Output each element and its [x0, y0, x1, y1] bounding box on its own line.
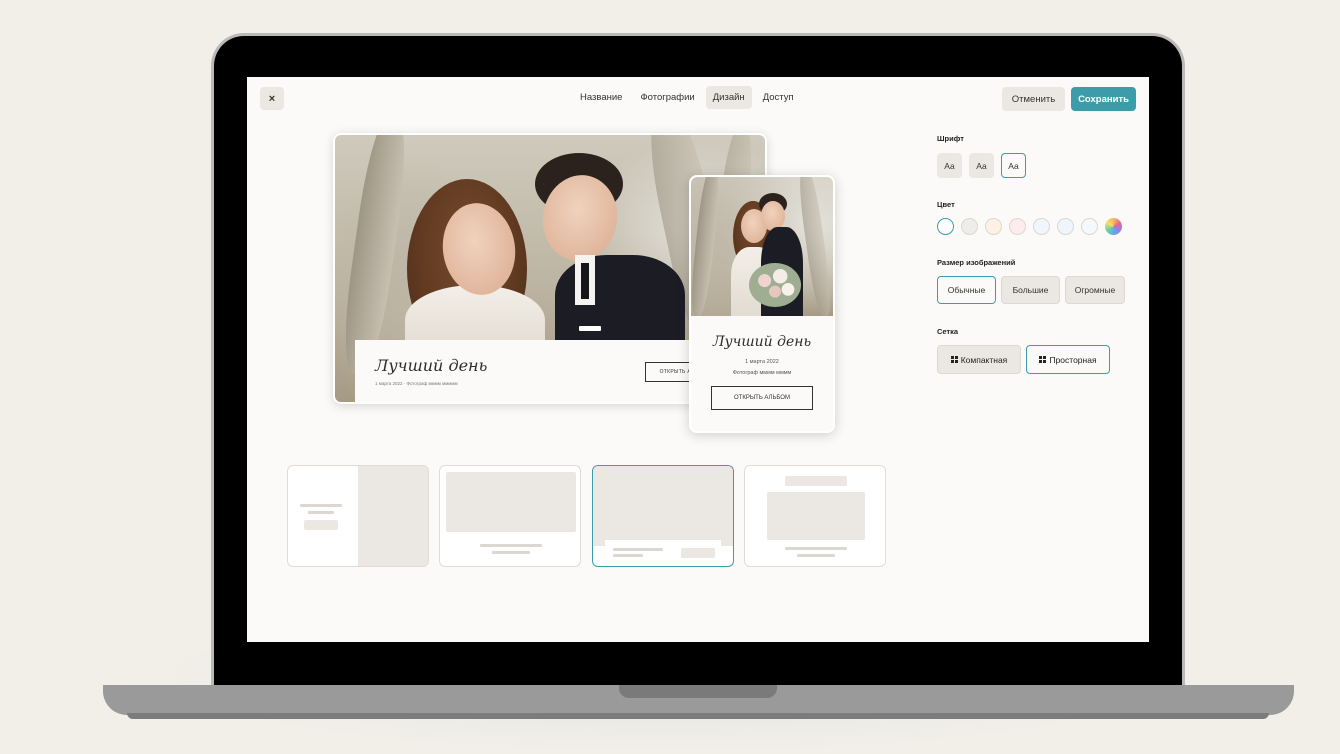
layout-option-split[interactable] [287, 465, 429, 567]
grid-label: Сетка [937, 327, 959, 336]
color-label: Цвет [937, 200, 955, 209]
layout-option-centered[interactable] [744, 465, 886, 567]
tab-access[interactable]: Доступ [756, 86, 801, 109]
album-title: Лучший день [375, 356, 488, 375]
mobile-album-title: Лучший день [712, 334, 812, 350]
mobile-album-date: 1 марта 2022 [745, 359, 779, 365]
color-swatch-pink[interactable] [1009, 218, 1026, 235]
close-icon: × [268, 92, 276, 105]
layout-option-image-top[interactable] [439, 465, 581, 567]
mobile-preview: Лучший день 1 марта 2022 Фотограф мммм м… [689, 175, 835, 433]
album-subtitle: 1 марта 2022 · Фотограф мммм ммммм [375, 381, 458, 386]
mobile-open-album-button[interactable]: ОТКРЫТЬ АЛЬБОМ [711, 386, 813, 410]
grid-option-spacious[interactable]: Просторная [1026, 345, 1110, 374]
close-button[interactable]: × [260, 87, 284, 110]
grid-option-compact[interactable]: Компактная [937, 345, 1021, 374]
size-option-huge[interactable]: Огромные [1065, 276, 1125, 304]
mobile-wedding-photo [691, 177, 833, 316]
tab-name[interactable]: Название [573, 86, 629, 109]
size-option-normal[interactable]: Обычные [937, 276, 996, 304]
color-swatch-sky[interactable] [1081, 218, 1098, 235]
font-option-1[interactable]: Aa [937, 153, 962, 178]
tab-bar: Название Фотографии Дизайн Доступ [573, 86, 801, 109]
grid-spacious-icon [1039, 356, 1047, 363]
size-option-large[interactable]: Большие [1001, 276, 1060, 304]
layout-option-overlay[interactable] [592, 465, 734, 567]
color-swatch-white[interactable] [937, 218, 954, 235]
color-swatch-gray[interactable] [961, 218, 978, 235]
laptop-notch [619, 685, 777, 698]
tab-design[interactable]: Дизайн [705, 86, 752, 109]
image-size-label: Размер изображений [937, 258, 1016, 267]
color-swatch-blue[interactable] [1057, 218, 1074, 235]
editor-screen: × Название Фотографии Дизайн Доступ Отме… [247, 77, 1149, 642]
font-option-3[interactable]: Aa [1001, 153, 1026, 178]
color-swatch-cream[interactable] [985, 218, 1002, 235]
grid-compact-icon [950, 356, 958, 363]
font-label: Шрифт [937, 134, 964, 143]
tab-photos[interactable]: Фотографии [633, 86, 701, 109]
cancel-button[interactable]: Отменить [1002, 87, 1065, 111]
save-button[interactable]: Сохранить [1071, 87, 1136, 111]
color-swatch-light-blue[interactable] [1033, 218, 1050, 235]
font-option-2[interactable]: Aa [969, 153, 994, 178]
mobile-album-photographer: Фотограф мммм мммм [732, 370, 792, 376]
color-picker-icon[interactable] [1105, 218, 1122, 235]
